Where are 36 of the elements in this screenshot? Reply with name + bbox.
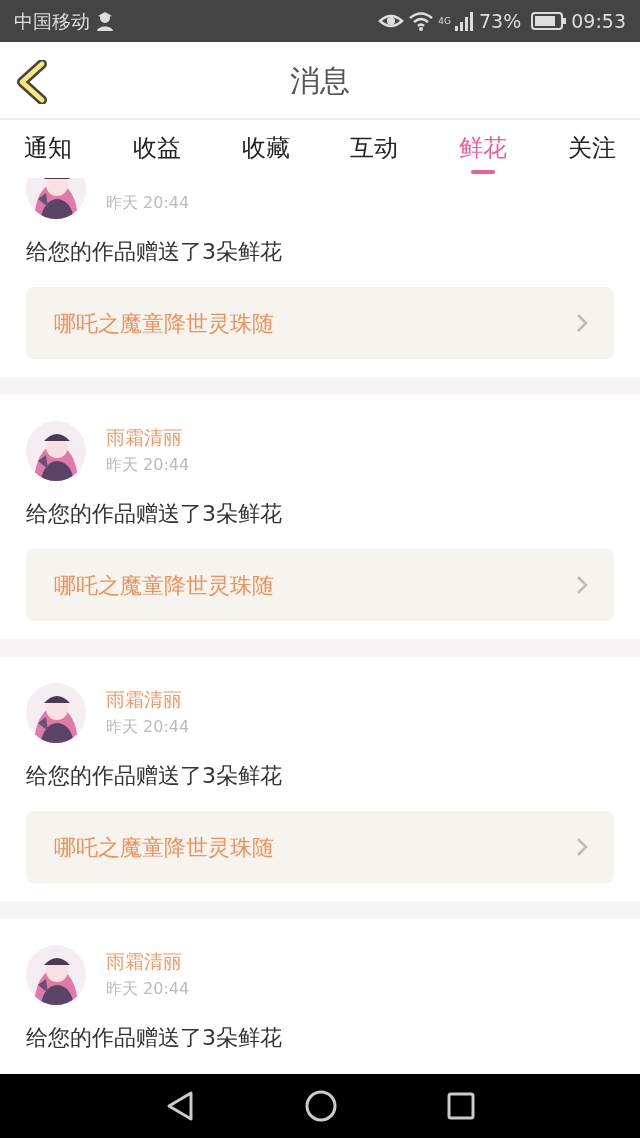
- timestamp: 昨天 20:44: [106, 716, 190, 738]
- carrier-label: 中国移动: [14, 8, 90, 34]
- timestamp: 昨天 20:44: [106, 978, 190, 1000]
- signal-icon: [455, 11, 475, 31]
- chevron-icon: [576, 575, 588, 595]
- work-link[interactable]: 哪吒之魔童降世灵珠随: [26, 287, 614, 359]
- user-name[interactable]: 雨霜清丽: [106, 685, 190, 713]
- home-icon[interactable]: [305, 1090, 337, 1122]
- chevron-icon: [576, 313, 588, 333]
- tab[interactable]: 收益: [132, 120, 181, 178]
- message-text: 给您的作品赠送了3朵鲜花: [26, 238, 283, 266]
- message-text: 给您的作品赠送了3朵鲜花: [26, 500, 283, 528]
- message-text: 给您的作品赠送了3朵鲜花: [26, 1024, 283, 1052]
- tab[interactable]: 关注: [568, 120, 616, 178]
- battery-icon: [531, 11, 568, 31]
- network-label: 4G: [438, 14, 451, 28]
- tab[interactable]: 收藏: [241, 120, 290, 178]
- recent-apps-icon[interactable]: [447, 1092, 475, 1120]
- user-name[interactable]: 雨霜清丽: [106, 947, 190, 975]
- person-icon: [94, 10, 116, 32]
- timestamp: 昨天 20:44: [106, 454, 190, 476]
- tab[interactable]: 鲜花: [459, 120, 508, 178]
- page-title: 消息: [290, 61, 350, 100]
- work-link[interactable]: 哪吒之魔童降世灵珠随: [26, 811, 614, 883]
- back-icon[interactable]: [16, 60, 48, 104]
- chevron-icon: [576, 837, 588, 857]
- work-link[interactable]: 哪吒之魔童降世灵珠随: [26, 549, 614, 621]
- timestamp: 昨天 20:44: [106, 192, 190, 214]
- tab[interactable]: 互动: [350, 120, 399, 178]
- tab[interactable]: 通知: [24, 120, 72, 178]
- battery-label: 73%: [479, 8, 522, 34]
- wifi-icon: [408, 11, 435, 31]
- message-text: 给您的作品赠送了3朵鲜花: [26, 762, 283, 790]
- user-name[interactable]: 雨霜清丽: [106, 423, 190, 451]
- back-icon[interactable]: [165, 1090, 195, 1122]
- clock-label: 09:53: [571, 8, 626, 34]
